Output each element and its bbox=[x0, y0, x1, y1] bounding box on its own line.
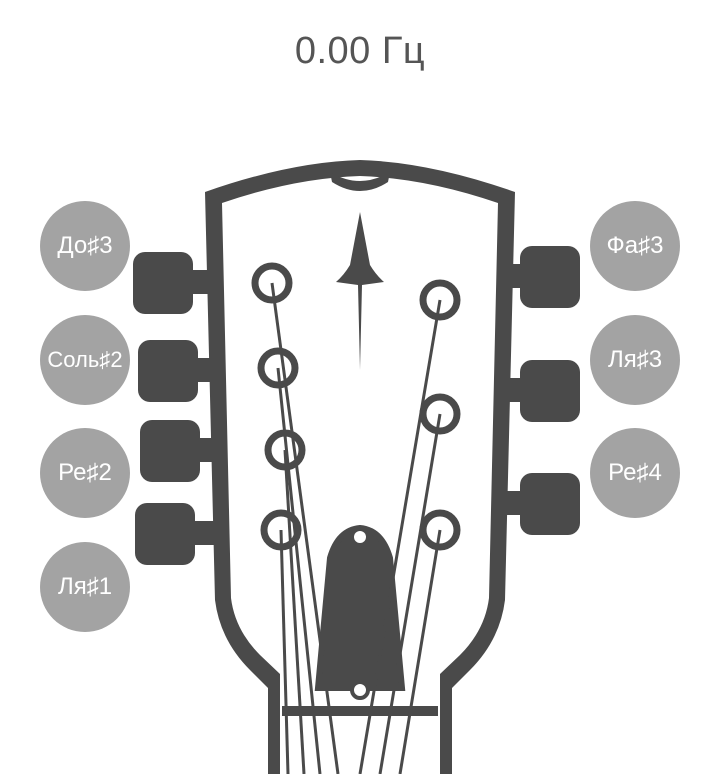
string-note-button-4[interactable]: Ля♯1 bbox=[40, 542, 130, 632]
string-note-button-5[interactable]: Фа♯3 bbox=[590, 201, 680, 291]
string-note-button-6[interactable]: Ля♯3 bbox=[590, 315, 680, 405]
string-note-button-3[interactable]: Ре♯2 bbox=[40, 428, 130, 518]
string-note-button-1[interactable]: До♯3 bbox=[40, 201, 130, 291]
string-note-button-2[interactable]: Соль♯2 bbox=[40, 315, 130, 405]
nut bbox=[282, 706, 438, 716]
string-note-button-7[interactable]: Ре♯4 bbox=[590, 428, 680, 518]
